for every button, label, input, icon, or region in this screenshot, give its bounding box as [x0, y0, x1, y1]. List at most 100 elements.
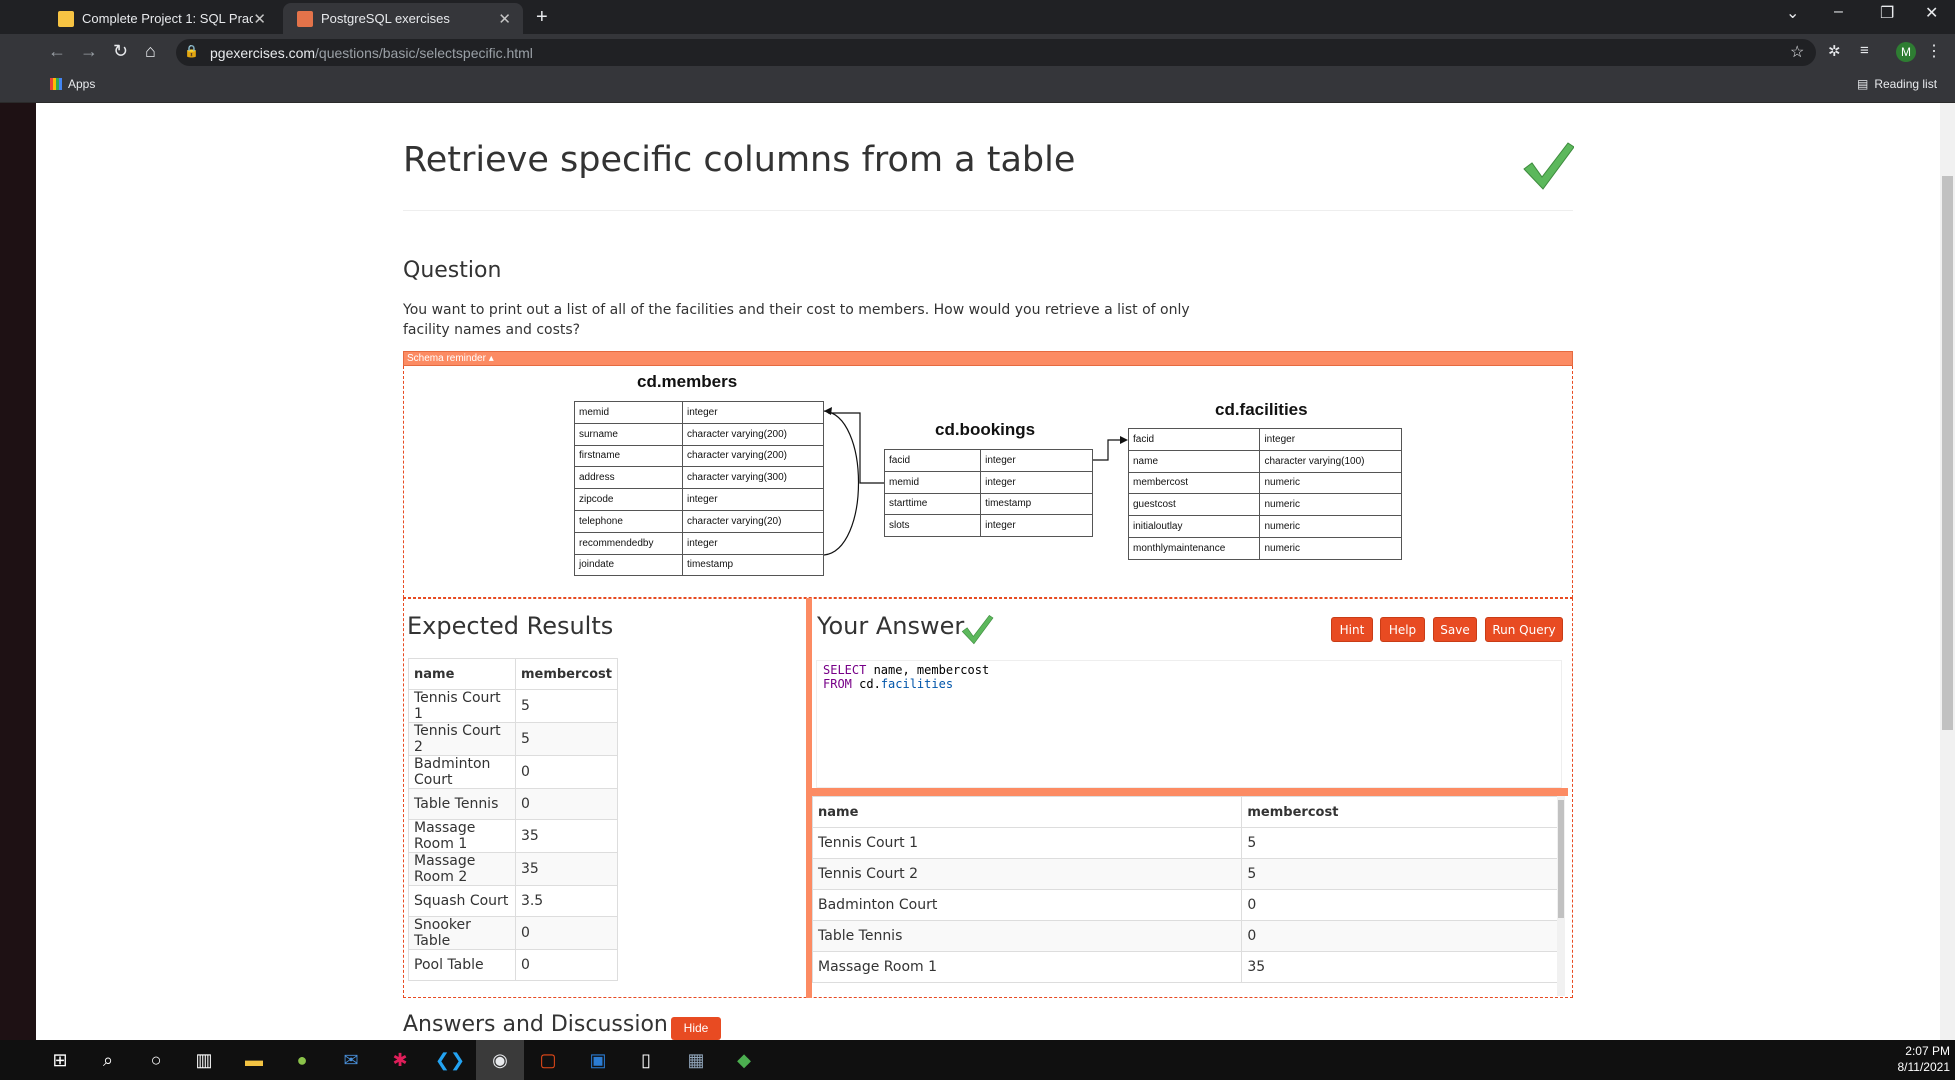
apps-bookmark[interactable]: Apps	[50, 77, 95, 91]
column-type: integer	[681, 488, 825, 511]
schema-row: zipcode integer	[574, 488, 825, 511]
table-row: Table Tennis 0	[812, 920, 1558, 952]
page-scrollbar-thumb[interactable]	[1942, 176, 1953, 730]
reload-icon[interactable]: ↻	[113, 41, 128, 62]
calculator-icon[interactable]: ▦	[672, 1040, 720, 1080]
task-view-icon[interactable]: ▥	[180, 1040, 228, 1080]
schema-reminder-toggle[interactable]: Schema reminder ▴	[403, 351, 1573, 366]
save-button[interactable]: Save	[1433, 617, 1477, 642]
answer-results-table: name membercost Tennis Court 1 5 Tennis Cour…	[812, 796, 1558, 983]
office-icon[interactable]: ▢	[524, 1040, 572, 1080]
tab-pgexercises[interactable]: PostgreSQL exercises ✕	[283, 3, 523, 34]
table-cell: 35	[1241, 951, 1558, 983]
table-cell: 5	[1241, 827, 1558, 859]
w-app-icon[interactable]: ●	[278, 1040, 326, 1080]
table-cell: Massage Room 1	[812, 951, 1243, 983]
table-row: Tennis Court 25	[812, 858, 1558, 890]
close-tab-icon[interactable]: ✕	[253, 10, 266, 28]
search-icon[interactable]: ⌕	[84, 1040, 132, 1080]
cortana-icon[interactable]: ○	[132, 1040, 180, 1080]
apps-label: Apps	[68, 77, 96, 91]
members-schema-table: memid integer surname character varying(200…	[574, 401, 825, 577]
notepad-icon[interactable]: ▯	[622, 1040, 670, 1080]
question-text: You want to print out a list of all of t…	[403, 302, 1190, 338]
column-type: integer	[681, 401, 825, 424]
table-cell: 0	[1241, 889, 1558, 921]
column-type: character varying(100)	[1259, 449, 1402, 473]
table-row: Tennis Court 15	[408, 689, 619, 723]
table-cell: Badminton Court	[408, 755, 516, 789]
column-name: firstname	[574, 444, 683, 468]
schema-row: telephone character varying(20)	[574, 509, 825, 533]
mail-icon[interactable]: ✉	[327, 1040, 375, 1080]
your-answer-heading: Your Answer	[817, 612, 965, 640]
table-row: Massage Room 1 35	[812, 951, 1558, 983]
column-type: integer	[1259, 428, 1402, 451]
table-cell: Table Tennis	[812, 920, 1243, 952]
answer-scrollbar-thumb[interactable]	[1558, 800, 1564, 918]
slack-icon[interactable]: ✱	[376, 1040, 424, 1080]
schema-row: surname character varying(200)	[574, 422, 825, 446]
more-menu-icon[interactable]: ⋮	[1926, 41, 1942, 61]
hint-button[interactable]: Hint	[1331, 617, 1373, 642]
lock-icon[interactable]: 🔒	[184, 44, 199, 58]
sql-keyword: FROM	[823, 677, 852, 691]
schema-row: firstname character varying(200)	[574, 444, 825, 468]
page-title: Retrieve specific columns from a table	[403, 140, 1076, 180]
table-cell: 5	[514, 689, 619, 723]
table-cell: 0	[514, 916, 619, 950]
table-cell: 0	[514, 949, 619, 981]
back-icon[interactable]: ←	[48, 41, 66, 62]
address-bar[interactable]: pgexercises.com/questions/basic/selectsp…	[176, 39, 1816, 66]
help-button[interactable]: Help	[1380, 617, 1425, 642]
column-header: name	[812, 796, 1243, 828]
profile-menu-icon[interactable]: ⌄	[1786, 3, 1799, 23]
minimize-icon[interactable]: –	[1834, 3, 1843, 21]
query-editor[interactable]: SELECT name, membercost FROM cd.faciliti…	[816, 660, 1562, 788]
table-cell: Snooker Table	[408, 916, 516, 950]
vscode-icon[interactable]: ❮❯	[426, 1040, 474, 1080]
answer-results-viewport[interactable]: name membercost Tennis Court 1 5 Tennis Cour…	[812, 796, 1558, 996]
column-name: initialoutlay	[1127, 515, 1261, 538]
media-control-icon[interactable]: ≡	[1860, 42, 1869, 59]
facilities-schema-table: facid integer name character varying(100) me…	[1127, 428, 1402, 560]
table-cell: 0	[514, 755, 619, 789]
close-tab-icon[interactable]: ✕	[498, 10, 511, 28]
restore-icon[interactable]: ❐	[1880, 3, 1894, 23]
home-icon[interactable]: ⌂	[145, 41, 156, 62]
forward-icon[interactable]: →	[80, 41, 98, 62]
table-cell: 35	[514, 819, 619, 853]
close-window-icon[interactable]: ✕	[1925, 3, 1938, 23]
bookmarks-bar	[0, 70, 1955, 103]
column-name: address	[574, 466, 683, 490]
star-icon[interactable]: ☆	[1790, 42, 1804, 62]
column-type: timestamp	[681, 553, 825, 577]
sql-keyword: SELECT	[823, 663, 867, 677]
windows-start-icon[interactable]: ⊞	[36, 1040, 84, 1080]
avatar[interactable]: M	[1896, 42, 1916, 62]
hide-button[interactable]: Hide	[671, 1017, 721, 1040]
table-header: name membercost	[812, 796, 1558, 828]
run-query-button[interactable]: Run Query	[1485, 617, 1563, 642]
expected-results-table: name membercost Tennis Court 1 5 Tennis Cour…	[408, 658, 619, 981]
leaf-app-icon[interactable]: ◆	[720, 1040, 768, 1080]
file-explorer-icon[interactable]: ▬	[230, 1040, 278, 1080]
new-tab-icon[interactable]: +	[536, 6, 548, 29]
clock-date: 8/11/2021	[1897, 1060, 1951, 1074]
query-table: facilities	[880, 677, 954, 691]
table-cell: 0	[514, 788, 619, 820]
apps-icon	[50, 78, 62, 90]
column-type: numeric	[1259, 515, 1402, 538]
extensions-icon[interactable]: ✲	[1828, 42, 1841, 60]
schema-row: guestcost numeric	[1127, 493, 1402, 517]
chrome-icon[interactable]: ◉	[476, 1040, 524, 1080]
column-name: membercost	[1127, 471, 1261, 495]
tab-sql-practice[interactable]: Complete Project 1: SQL Practice ✕	[44, 3, 278, 34]
outlook-icon[interactable]: ▣	[574, 1040, 622, 1080]
column-type: numeric	[1259, 493, 1402, 517]
reading-list-button[interactable]: ▤ Reading list	[1857, 77, 1937, 91]
taskbar-clock[interactable]: 2:07 PM 8/11/2021	[1880, 1043, 1951, 1075]
table-row: Massage Room 2 35	[408, 852, 619, 886]
table-row: Pool Table 0	[408, 949, 619, 981]
editor-resize-handle[interactable]	[812, 788, 1568, 796]
